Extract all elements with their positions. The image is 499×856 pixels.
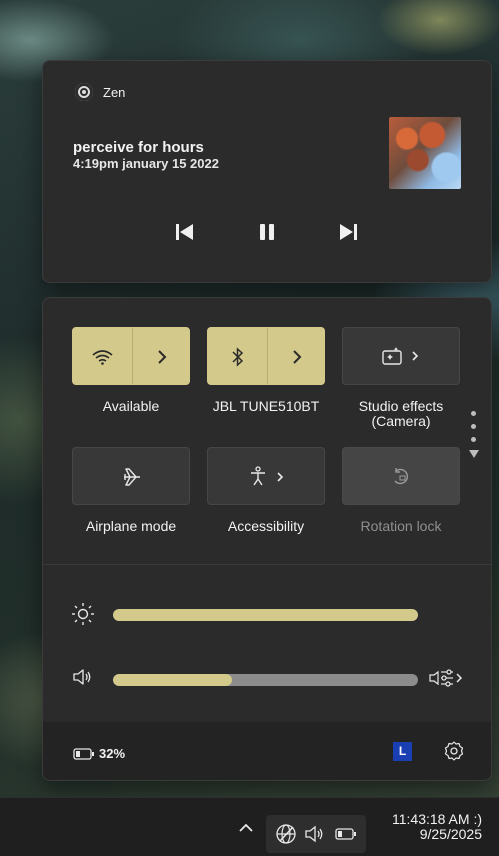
wifi-tile [72,327,190,385]
studio-effects-icon [382,347,419,365]
pause-button[interactable] [251,216,283,248]
next-track-button[interactable] [333,216,365,248]
volume-icon [305,825,323,843]
quick-settings-footer: 32% L [43,722,491,780]
media-app-name: Zen [103,84,126,100]
rotation-lock-label: Rotation lock [360,518,442,534]
track-title: perceive for hours [73,139,204,156]
system-tray-button[interactable] [266,815,366,853]
wifi-icon [92,350,113,365]
wifi-label: Available [102,398,160,414]
accessibility-label: Accessibility [227,518,305,534]
bluetooth-label: JBL TUNE510BT [212,398,320,414]
chevron-right-icon [158,350,167,364]
quick-settings-flyout: Available JBL TUNE510BT Studio effects (… [42,297,492,781]
chevron-up-icon [239,823,253,832]
audio-mixer-icon [429,669,463,687]
chevron-right-icon [293,350,302,364]
previous-icon [176,224,193,240]
clock-time: 11:43:18 AM :) [391,811,482,827]
clock-date: 9/25/2025 [419,826,482,842]
zen-app-icon [75,83,93,101]
network-globe-icon [276,824,296,844]
airplane-icon [124,468,140,486]
next-icon [340,224,357,240]
bluetooth-icon [232,347,244,367]
airplane-mode-tile[interactable] [72,447,190,505]
show-hidden-icons-button[interactable] [234,816,258,840]
volume-slider[interactable] [113,674,418,686]
divider [43,564,491,565]
volume-slider-fill [113,674,232,686]
previous-track-button[interactable] [168,216,200,248]
rotation-lock-icon [394,468,409,485]
battery-icon [335,828,356,840]
clock-button[interactable]: 11:43:18 AM :) 9/25/2025 [392,812,482,842]
media-app-row: Zen [75,83,125,101]
bluetooth-toggle[interactable] [208,328,267,386]
scroll-down-icon [469,450,479,458]
wifi-toggle[interactable] [73,328,132,386]
brightness-slider-fill [113,609,418,621]
airplane-mode-label: Airplane mode [85,518,177,534]
album-art [389,117,461,189]
studio-effects-tile[interactable] [342,327,460,385]
studio-effects-label: Studio effects (Camera) [358,398,444,429]
bluetooth-tile [207,327,325,385]
battery-icon [73,748,94,760]
brightness-icon [72,603,94,625]
bluetooth-expand-button[interactable] [268,328,326,386]
accessibility-tile[interactable] [207,447,325,505]
media-flyout: Zen perceive for hours 4:19pm january 15… [42,60,492,283]
gear-icon [444,741,464,761]
battery-percent: 32% [99,746,126,761]
rotation-lock-tile[interactable] [342,447,460,505]
settings-button[interactable] [443,740,465,762]
page-dot [471,411,476,416]
track-subtitle: 4:19pm january 15 2022 [73,156,219,171]
accessibility-icon [251,466,284,486]
volume-mixer-button[interactable] [427,665,467,691]
page-dot [471,424,476,429]
speaker-icon [73,669,91,685]
wifi-expand-button[interactable] [133,328,191,386]
pause-icon [260,224,274,240]
page-indicator[interactable] [469,411,479,458]
keyboard-layout-badge[interactable]: L [393,742,412,761]
brightness-slider[interactable] [113,609,418,621]
page-dot [471,437,476,442]
taskbar: 11:43:18 AM :) 9/25/2025 [0,797,499,856]
